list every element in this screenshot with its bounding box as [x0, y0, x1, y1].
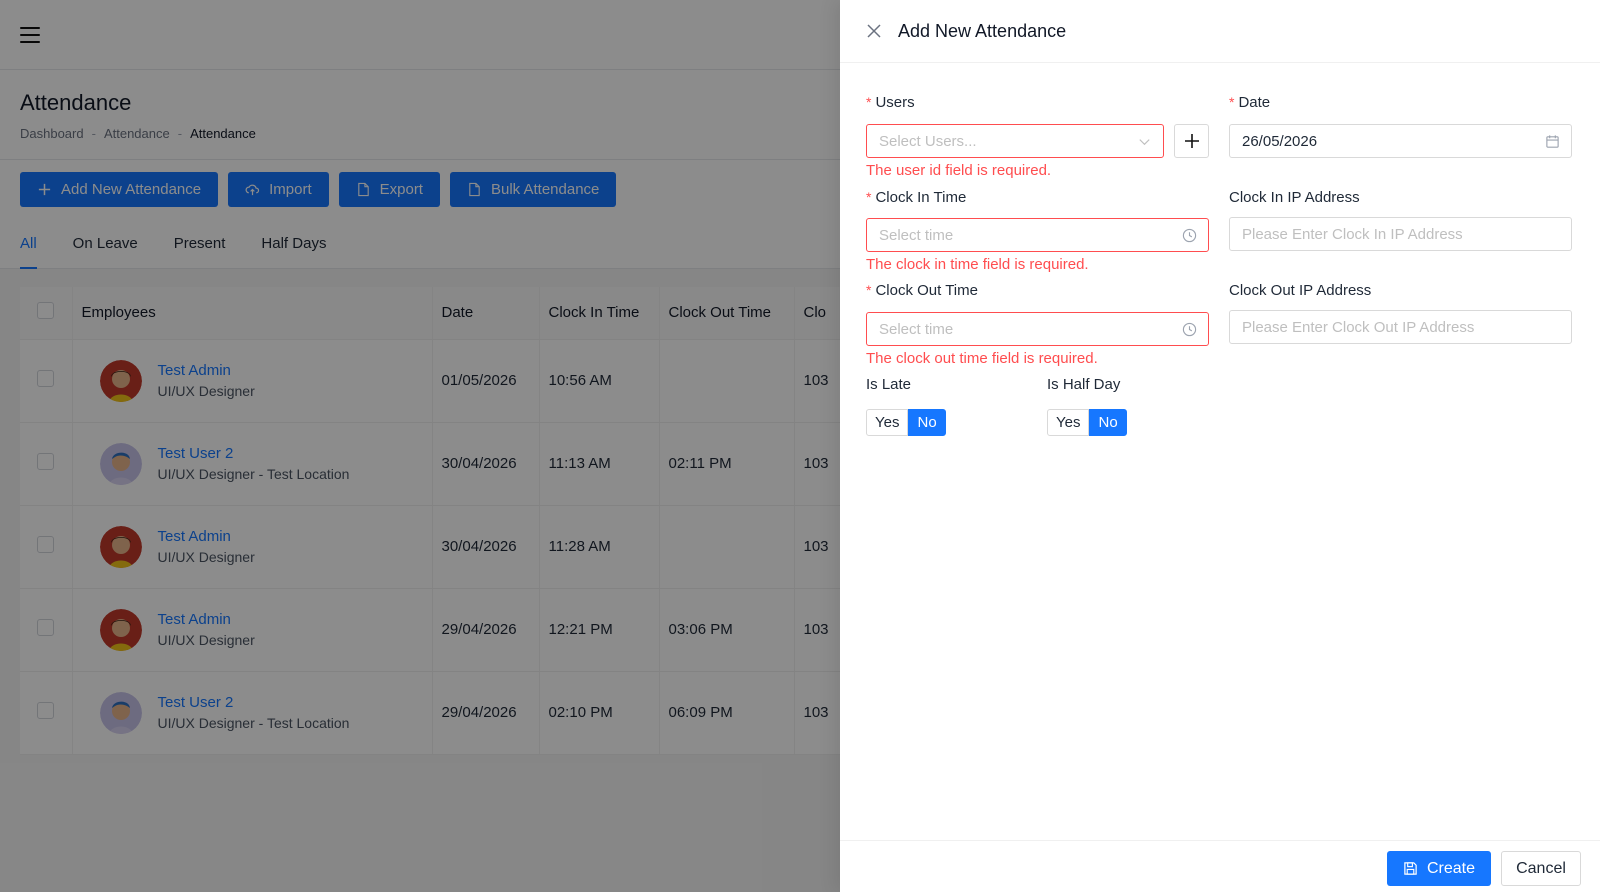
calendar-icon [1546, 135, 1559, 148]
clock-in-placeholder: Select time [879, 226, 954, 244]
clock-out-time-picker[interactable]: Select time [866, 312, 1209, 346]
clock-out-field-label: * Clock Out Time [866, 280, 978, 300]
required-asterisk: * [1229, 94, 1235, 110]
create-button[interactable]: Create [1387, 851, 1491, 886]
date-field-label: * Date [1229, 92, 1270, 112]
is-half-day-toggle: Yes No [1047, 409, 1127, 436]
clock-in-error: The clock in time field is required. [866, 256, 1089, 273]
is-half-day-label: Is Half Day [1047, 375, 1121, 393]
plus-icon [1184, 134, 1199, 148]
is-half-day-yes-option[interactable]: Yes [1047, 409, 1090, 436]
clock-in-ip-field-label: Clock In IP Address [1229, 187, 1360, 207]
clock-in-time-picker[interactable]: Select time [866, 218, 1209, 252]
users-error: The user id field is required. [866, 162, 1052, 179]
chevron-down-icon [1139, 139, 1150, 146]
add-attendance-drawer: Add New Attendance * Users Select Users..… [840, 0, 1600, 892]
clock-out-label: Clock Out Time [875, 281, 978, 299]
date-picker[interactable]: 26/05/2026 [1229, 124, 1572, 158]
clock-out-placeholder: Select time [879, 320, 954, 338]
clock-in-label: Clock In Time [875, 188, 967, 206]
is-late-field-label: Is Late [866, 374, 911, 394]
is-half-day-field-label: Is Half Day [1047, 374, 1120, 394]
required-asterisk: * [866, 94, 872, 110]
clock-in-ip-input[interactable]: Please Enter Clock In IP Address [1229, 217, 1572, 251]
users-select[interactable]: Select Users... [866, 124, 1164, 158]
add-user-button[interactable] [1174, 124, 1209, 158]
clock-icon [1182, 228, 1197, 243]
is-half-day-no-option[interactable]: No [1089, 409, 1127, 436]
close-icon[interactable] [866, 23, 882, 39]
date-value: 26/05/2026 [1242, 132, 1318, 150]
is-late-yes-option[interactable]: Yes [866, 409, 909, 436]
required-asterisk: * [866, 189, 872, 205]
required-asterisk: * [866, 282, 872, 298]
clock-icon [1182, 322, 1197, 337]
clock-out-ip-field-label: Clock Out IP Address [1229, 280, 1371, 300]
clock-out-error: The clock out time field is required. [866, 350, 1098, 367]
is-late-label: Is Late [866, 375, 912, 393]
clock-out-ip-label: Clock Out IP Address [1229, 281, 1372, 299]
users-field-label: * Users [866, 92, 915, 112]
cancel-button[interactable]: Cancel [1501, 851, 1581, 886]
drawer-header: Add New Attendance [840, 0, 1600, 63]
is-late-toggle: Yes No [866, 409, 946, 436]
clock-out-ip-placeholder: Please Enter Clock Out IP Address [1242, 318, 1475, 336]
is-late-no-option[interactable]: No [908, 409, 946, 436]
clock-out-ip-input[interactable]: Please Enter Clock Out IP Address [1229, 310, 1572, 344]
clock-in-field-label: * Clock In Time [866, 187, 966, 207]
clock-in-ip-label: Clock In IP Address [1229, 188, 1360, 206]
clock-in-ip-placeholder: Please Enter Clock In IP Address [1242, 225, 1463, 243]
create-label: Create [1426, 859, 1476, 877]
drawer-footer: Create Cancel [840, 840, 1600, 892]
date-label: Date [1238, 93, 1271, 111]
drawer-title: Add New Attendance [898, 20, 1067, 41]
users-placeholder: Select Users... [879, 132, 977, 150]
save-icon [1404, 862, 1417, 875]
users-label: Users [875, 93, 915, 111]
